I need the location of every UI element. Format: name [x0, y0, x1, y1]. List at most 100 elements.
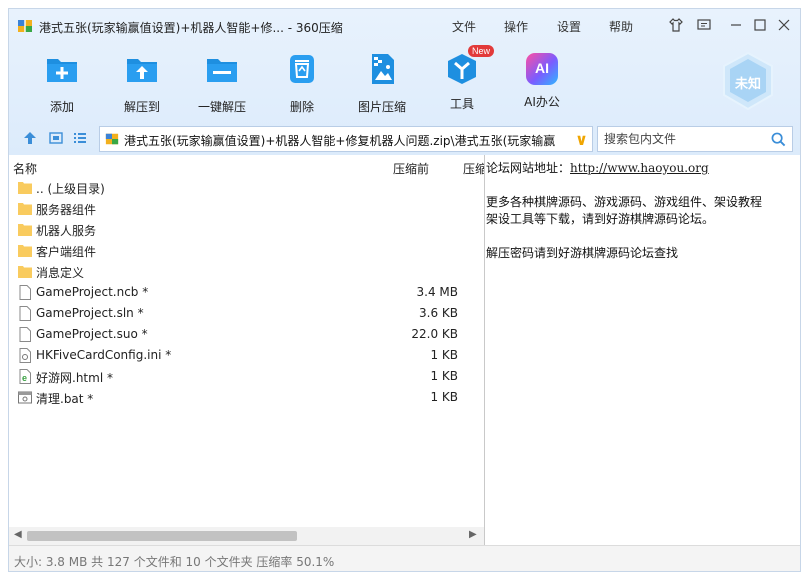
list-item[interactable]: HKFiveCardConfig.ini * 1 KB — [9, 345, 484, 366]
path-text: 港式五张(玩家输赢值设置)+机器人智能+修复机器人问题.zip\港式五张(玩家输… — [124, 134, 556, 148]
html-file-icon: e — [19, 369, 31, 384]
comment-line-password: 解压密码请到好游棋牌源码论坛查找 — [486, 246, 679, 260]
up-arrow-icon[interactable] — [23, 131, 37, 145]
extract-folder-icon — [127, 59, 157, 82]
image-compress-button[interactable]: 图片压缩 — [347, 51, 417, 115]
add-label: 添加 — [49, 100, 74, 114]
list-item[interactable]: 机器人服务 — [9, 219, 484, 240]
address-bar: 港式五张(玩家输赢值设置)+机器人智能+修复机器人问题.zip\港式五张(玩家输… — [9, 119, 800, 155]
tools-button[interactable]: New 工具 — [427, 45, 497, 112]
extract-to-button[interactable]: 解压到 — [107, 51, 177, 115]
column-size-after[interactable]: 压缩 — [463, 160, 484, 177]
add-button[interactable]: 添加 — [27, 51, 97, 115]
svg-text:e: e — [22, 373, 27, 383]
column-name[interactable]: 名称 — [13, 160, 37, 177]
scrollbar-thumb[interactable] — [27, 531, 297, 541]
list-header: 名称 压缩前 压缩 — [9, 155, 484, 177]
scroll-right-icon[interactable]: ▶ — [469, 529, 477, 540]
file-list-pane: 名称 压缩前 压缩 .. (上级目录) 服务器组件 机器人服务 客户端组件 消息… — [9, 155, 485, 545]
thumbnail-view-icon[interactable] — [49, 131, 63, 145]
close-icon[interactable] — [775, 17, 793, 35]
delete-button[interactable]: 删除 — [267, 51, 337, 115]
list-item[interactable]: 消息定义 — [9, 261, 484, 282]
file-name: GameProject.ncb * — [36, 285, 149, 299]
security-status-badge[interactable]: 未知 — [721, 51, 775, 111]
search-box — [597, 126, 793, 152]
comment-site-label: 论坛网站地址： — [486, 161, 571, 175]
file-size: 3.4 MB — [416, 285, 458, 299]
search-icon[interactable] — [771, 132, 786, 147]
comment-line-more: 更多各种棋牌源码、游戏源码、游戏组件、架设教程 — [486, 195, 763, 209]
tools-label: 工具 — [449, 97, 474, 111]
one-click-extract-icon — [207, 59, 237, 82]
file-name: 机器人服务 — [36, 224, 97, 238]
file-size: 22.0 KB — [411, 327, 458, 341]
menu-file[interactable]: 文件 — [452, 18, 476, 35]
file-name: GameProject.suo * — [36, 327, 148, 341]
comment-line-download: 架设工具等下载，请到好游棋牌源码论坛。 — [486, 212, 715, 226]
folder-icon — [18, 245, 32, 257]
path-field[interactable]: 港式五张(玩家输赢值设置)+机器人智能+修复机器人问题.zip\港式五张(玩家输… — [99, 126, 593, 152]
tools-icon-wrap: New — [444, 45, 494, 87]
bat-file-icon — [18, 391, 32, 404]
ai-office-button[interactable]: AI AI办公 — [507, 51, 577, 110]
list-view-icon[interactable] — [73, 131, 87, 145]
unknown-status-text: 未知 — [734, 77, 761, 92]
file-size: 1 KB — [430, 369, 458, 383]
file-name: 清理.bat * — [36, 392, 94, 406]
list-item[interactable]: GameProject.ncb * 3.4 MB — [9, 282, 484, 303]
status-text: 大小: 3.8 MB 共 127 个文件和 10 个文件夹 压缩率 50.1% — [14, 555, 335, 569]
maximize-icon[interactable] — [751, 17, 769, 35]
ini-file-icon — [19, 348, 31, 363]
minimize-icon[interactable] — [727, 17, 745, 35]
file-name: 服务器组件 — [36, 203, 97, 217]
menu-operation[interactable]: 操作 — [504, 18, 528, 35]
ai-office-label: AI办公 — [524, 95, 560, 109]
status-bar: 大小: 3.8 MB 共 127 个文件和 10 个文件夹 压缩率 50.1% — [9, 545, 800, 571]
file-size: 1 KB — [430, 390, 458, 404]
menu-settings[interactable]: 设置 — [557, 18, 581, 35]
search-input[interactable] — [598, 127, 758, 151]
main-window: 港式五张(玩家输赢值设置)+机器人智能+修... - 360压缩 文件 操作 设… — [8, 8, 801, 572]
list-item[interactable]: 客户端组件 — [9, 240, 484, 261]
file-name: 消息定义 — [36, 266, 85, 280]
scroll-left-icon[interactable]: ◀ — [14, 529, 22, 540]
path-dropdown-chevron-icon[interactable]: ∨ — [575, 130, 588, 149]
toolbar: 添加 解压到 一键解压 删除 图片压缩 New 工具 AI AI办公 未知 — [9, 43, 800, 119]
skin-shirt-icon[interactable] — [667, 17, 685, 35]
delete-label: 删除 — [289, 100, 314, 114]
folder-icon — [18, 182, 32, 194]
file-icon — [19, 327, 31, 342]
file-icon — [19, 306, 31, 321]
one-click-extract-button[interactable]: 一键解压 — [187, 51, 257, 115]
column-size-before[interactable]: 压缩前 — [393, 160, 429, 177]
file-name: 好游网.html * — [36, 371, 113, 385]
list-item[interactable]: 清理.bat * 1 KB — [9, 387, 484, 408]
list-item[interactable]: GameProject.suo * 22.0 KB — [9, 324, 484, 345]
list-item[interactable]: e 好游网.html * 1 KB — [9, 366, 484, 387]
archive-comment-pane: 论坛网站地址：http://www.haoyou.org 更多各种棋牌源码、游戏… — [486, 155, 800, 545]
extract-to-label: 解压到 — [123, 100, 160, 114]
folder-icon — [18, 224, 32, 236]
ai-office-icon: AI — [526, 53, 558, 85]
feedback-icon[interactable] — [695, 17, 713, 35]
list-item[interactable]: .. (上级目录) — [9, 177, 484, 198]
file-rows: .. (上级目录) 服务器组件 机器人服务 客户端组件 消息定义 GamePro… — [9, 177, 484, 408]
image-compress-icon — [372, 54, 394, 84]
one-click-extract-label: 一键解压 — [197, 100, 246, 114]
title-bar: 港式五张(玩家输赢值设置)+机器人智能+修... - 360压缩 文件 操作 设… — [9, 9, 800, 43]
list-item[interactable]: 服务器组件 — [9, 198, 484, 219]
folder-icon — [18, 203, 32, 215]
archive-path-icon — [105, 133, 119, 145]
file-name: GameProject.sln * — [36, 306, 144, 320]
file-name: .. (上级目录) — [36, 182, 105, 196]
window-title: 港式五张(玩家输赢值设置)+机器人智能+修... - 360压缩 — [39, 21, 343, 35]
archive-app-icon — [18, 20, 32, 32]
menu-help[interactable]: 帮助 — [609, 18, 633, 35]
image-compress-label: 图片压缩 — [357, 100, 406, 114]
file-name: HKFiveCardConfig.ini * — [36, 348, 172, 362]
horizontal-scrollbar[interactable]: ◀ ▶ — [9, 527, 484, 545]
list-item[interactable]: GameProject.sln * 3.6 KB — [9, 303, 484, 324]
comment-site-link[interactable]: http://www.haoyou.org — [570, 161, 709, 175]
comment-line-site: 论坛网站地址：http://www.haoyou.org — [486, 159, 709, 176]
